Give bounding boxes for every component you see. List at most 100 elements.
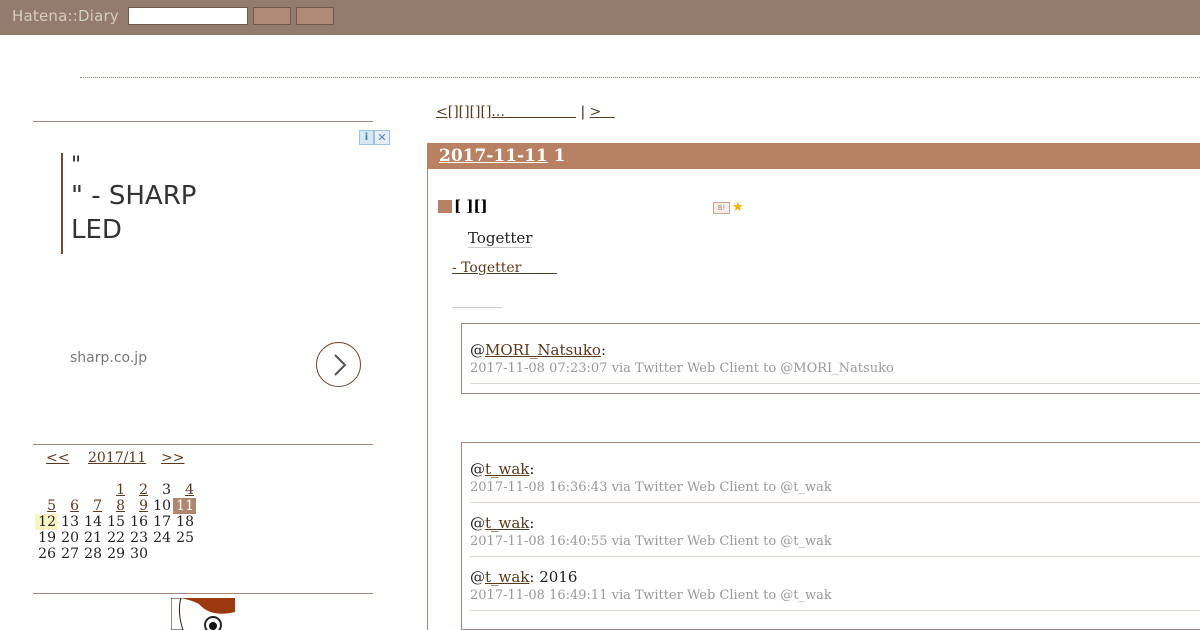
calendar-day: 23 [130, 530, 148, 546]
calendar-day[interactable]: 5 [35, 498, 58, 514]
calendar-day[interactable]: 2 [127, 482, 150, 498]
calendar-day-link[interactable]: 5 [47, 498, 56, 514]
calendar-day: 15 [107, 514, 125, 530]
calendar-day[interactable]: 11 [173, 498, 196, 514]
tweet-body: : [529, 514, 535, 532]
calendar-day: 13 [61, 514, 79, 530]
calendar-day: 26 [38, 546, 56, 562]
calendar-day: 21 [84, 530, 102, 546]
calendar-day: 25 [176, 530, 194, 546]
pager-prev-link[interactable]: <[][][][]... [436, 104, 505, 120]
ad-line: LED [71, 215, 122, 245]
calendar-day[interactable]: 6 [58, 498, 81, 514]
ad-domain[interactable]: sharp.co.jp [70, 350, 147, 366]
calendar-day [81, 482, 104, 498]
calendar-day[interactable]: 9 [127, 498, 150, 514]
pager-prev-underline[interactable] [505, 104, 576, 120]
ad-text-block[interactable]: " " - SHARP LED [61, 153, 196, 254]
calendar-day-link[interactable]: 9 [139, 498, 148, 514]
calendar-day [35, 482, 58, 498]
search-input[interactable] [128, 7, 248, 25]
top-bar: Hatena::Diary [0, 0, 1200, 35]
search-button[interactable] [253, 7, 291, 25]
tweet-meta: 2017-11-08 16:36:43 via Twitter Web Clie… [470, 480, 832, 495]
day-date-link[interactable]: 2017-11-11 [439, 146, 548, 166]
calendar-month-link[interactable]: 2017/11 [88, 450, 146, 466]
ad-line: " [71, 153, 82, 178]
pager-next-link[interactable]: > [590, 104, 615, 120]
ad-close-icon[interactable]: ✕ [374, 130, 390, 145]
calendar-week: 1234 [35, 482, 196, 498]
calendar-day [173, 546, 196, 562]
profile-image[interactable] [171, 598, 235, 630]
sidebar-divider [33, 593, 373, 594]
calendar-day-link[interactable]: 2 [139, 482, 148, 498]
calendar-day: 18 [176, 514, 194, 530]
calendar-next-link[interactable]: >> [161, 450, 184, 466]
calendar-day[interactable]: 4 [173, 482, 196, 498]
tweet-at: @ [470, 514, 485, 532]
ad-arrow-button[interactable] [316, 342, 361, 387]
pager-separator: | [580, 104, 586, 120]
calendar-day-link[interactable]: 4 [185, 482, 194, 498]
day-header: 2017-11-11 1 [427, 143, 1200, 169]
calendar-week: 26 27 28 29 30 [35, 546, 196, 562]
tweet-meta: 2017-11-08 16:40:55 via Twitter Web Clie… [470, 534, 832, 549]
tweet-user-link[interactable]: t_wak [485, 568, 529, 586]
calendar-day: 3 [162, 482, 171, 498]
calendar-day: 20 [61, 530, 79, 546]
togetter-link-text: - Togetter [452, 260, 522, 276]
site-logo[interactable]: Hatena::Diary [12, 7, 119, 25]
tweet-text: @t_wak: [470, 513, 1200, 533]
day-count: 1 [553, 146, 566, 166]
calendar-day: 17 [153, 514, 171, 530]
tweet: @MORI_Natsuko: 2017-11-08 07:23:07 via Tw… [470, 340, 1200, 384]
secondary-button[interactable] [296, 7, 334, 25]
tweet-box: @t_wak: 2017-11-08 16:36:43 via Twitter W… [461, 442, 1200, 630]
section-divider [452, 307, 502, 308]
tweet: @t_wak: 2016 2017-11-08 16:49:11 via Twit… [470, 567, 1200, 611]
sidebar-divider [33, 444, 373, 445]
calendar-day-link[interactable]: 8 [116, 498, 125, 514]
tweet-user-link[interactable]: t_wak [485, 514, 529, 532]
bookmark-icon[interactable]: B! [713, 201, 730, 214]
ad-info-icon[interactable]: i [359, 130, 374, 145]
ad-controls: i ✕ [359, 130, 390, 145]
section-marker-icon[interactable] [438, 199, 452, 213]
calendar-day: 27 [61, 546, 79, 562]
calendar-day-link[interactable]: 11 [176, 498, 194, 514]
star-area: B! ★ [713, 200, 744, 215]
calendar-day[interactable]: 7 [81, 498, 104, 514]
calendar-day: 30 [130, 546, 148, 562]
calendar-day[interactable]: 8 [104, 498, 127, 514]
calendar-day-link[interactable]: 1 [116, 482, 125, 498]
calendar-day: 10 [153, 498, 171, 514]
tweet-text: @t_wak: 2016 [470, 567, 1200, 587]
calendar-day: 24 [153, 530, 171, 546]
calendar-day: 14 [84, 514, 102, 530]
togetter-link[interactable]: - Togetter [452, 260, 557, 276]
calendar-week: 19 20 21 22 23 24 25 [35, 530, 196, 546]
tweet-at: @ [470, 341, 485, 359]
calendar-week: 12 13 14 15 16 17 18 [35, 514, 196, 530]
calendar-day-link[interactable]: 7 [93, 498, 102, 514]
calendar-day: 12 [35, 514, 58, 530]
tweet-body: : [529, 460, 535, 478]
calendar-day: 29 [107, 546, 125, 562]
tweet-user-link[interactable]: MORI_Natsuko [485, 341, 601, 359]
section-title: [ ][] [438, 197, 488, 215]
calendar-prev-link[interactable]: << [46, 450, 69, 466]
calendar-day: 19 [38, 530, 56, 546]
togetter-label: Togetter [468, 229, 533, 248]
star-icon[interactable]: ★ [732, 200, 744, 215]
calendar-day [58, 482, 81, 498]
calendar-day-link[interactable]: 6 [70, 498, 79, 514]
tweet-at: @ [470, 568, 485, 586]
tweet-meta: 2017-11-08 16:49:11 via Twitter Web Clie… [470, 588, 832, 603]
calendar-day[interactable]: 1 [104, 482, 127, 498]
tweet-user-link[interactable]: t_wak [485, 460, 529, 478]
pager-next-label: > [589, 104, 602, 120]
ad-line: " - SHARP [71, 181, 197, 211]
chevron-right-icon [334, 354, 347, 376]
calendar-grid: 1 2 3 4 5 6 7 8 9 10 11 12 13 14 15 16 17 18 19 20 21 22 23 24 2… [35, 482, 196, 562]
